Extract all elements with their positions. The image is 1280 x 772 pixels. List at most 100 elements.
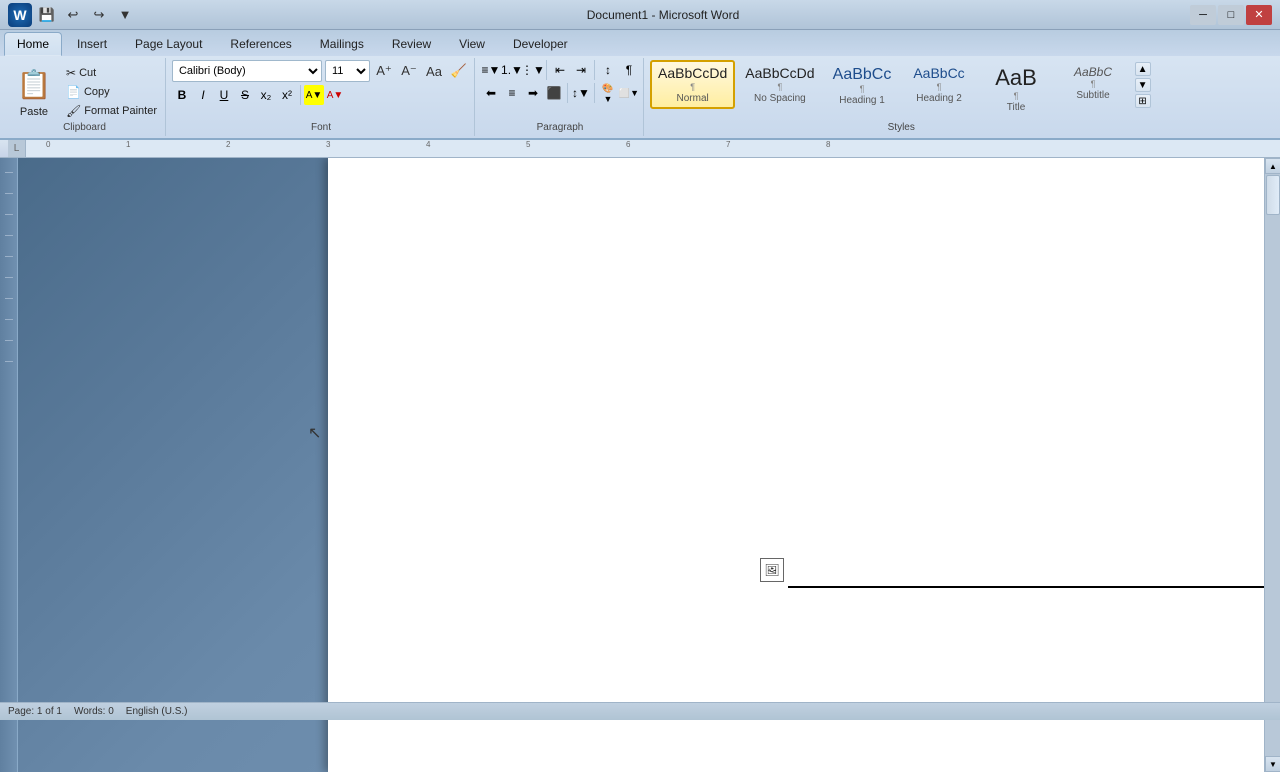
status-bar: Page: 1 of 1 Words: 0 English (U.S.) xyxy=(0,702,1280,720)
font-color-button[interactable]: A▼ xyxy=(325,85,345,105)
strikethrough-button[interactable]: S xyxy=(235,85,255,105)
styles-down-button[interactable]: ▼ xyxy=(1135,78,1151,92)
font-size-select[interactable]: 8 9 10 11 12 14 16 18 xyxy=(325,60,370,82)
numbered-list-button[interactable]: 1.▼ xyxy=(502,60,522,80)
para-sep3 xyxy=(567,83,568,103)
align-right-button[interactable]: ➡ xyxy=(523,83,543,103)
clear-format-button[interactable]: 🧹 xyxy=(448,60,470,82)
font-group-label: Font xyxy=(172,122,470,134)
bullet-list-button[interactable]: ≡▼ xyxy=(481,60,501,80)
decrease-indent-button[interactable]: ⇤ xyxy=(550,60,570,80)
ruler-mark-6: 6 xyxy=(626,140,630,149)
sort-button[interactable]: ↕ xyxy=(598,60,618,80)
style-normal[interactable]: AaBbCcDd ¶ Normal xyxy=(650,60,735,109)
maximize-button[interactable]: □ xyxy=(1218,5,1244,25)
align-center-button[interactable]: ≡ xyxy=(502,83,522,103)
style-nospace[interactable]: AaBbCcDd ¶ No Spacing xyxy=(737,60,822,109)
style-heading1[interactable]: AaBbCc ¶ Heading 1 xyxy=(825,60,900,111)
font-row1: Calibri (Body) Arial Times New Roman 8 9… xyxy=(172,60,470,82)
paragraph-group: ≡▼ 1.▼ ⋮▼ ⇤ ⇥ ↕ ¶ ⬅ ≡ ➡ ⬛ ↕▼ xyxy=(477,58,644,136)
document-area[interactable]: ↖ 🖼 xyxy=(18,158,1264,772)
line-spacing-button[interactable]: ↕▼ xyxy=(571,83,591,103)
tab-references[interactable]: References xyxy=(217,32,304,56)
clipboard-group-content: 📋 Paste ✂ Cut 📄 Copy 🖌 Format Painter xyxy=(8,60,161,120)
tab-page-layout[interactable]: Page Layout xyxy=(122,32,215,56)
show-marks-button[interactable]: ¶ xyxy=(619,60,639,80)
text-highlight-button[interactable]: A▼ xyxy=(304,85,324,105)
clipboard-group: 📋 Paste ✂ Cut 📄 Copy 🖌 Format Painter xyxy=(4,58,166,136)
scroll-up-button[interactable]: ▲ xyxy=(1265,158,1280,174)
copy-label: Copy xyxy=(84,86,110,98)
tab-home[interactable]: Home xyxy=(4,32,62,56)
tab-developer[interactable]: Developer xyxy=(500,32,581,56)
format-painter-button[interactable]: 🖌 Format Painter xyxy=(62,102,161,120)
margin-tick-4 xyxy=(5,235,13,236)
ruler-mark-1: 1 xyxy=(126,140,130,149)
font-separator xyxy=(300,85,301,105)
grow-font-button[interactable]: A⁺ xyxy=(373,60,395,82)
tab-insert[interactable]: Insert xyxy=(64,32,120,56)
style-title[interactable]: AaB ¶ Title xyxy=(979,60,1054,118)
shrink-font-button[interactable]: A⁻ xyxy=(398,60,420,82)
more-button[interactable]: ▼ xyxy=(114,4,136,26)
ruler-mark-0: 0 xyxy=(46,140,50,149)
font-group: Calibri (Body) Arial Times New Roman 8 9… xyxy=(168,58,475,136)
close-button[interactable]: ✕ xyxy=(1246,5,1272,25)
styles-more-button[interactable]: ⊞ xyxy=(1135,94,1151,108)
styles-up-button[interactable]: ▲ xyxy=(1135,62,1151,76)
ruler: L 0 1 2 3 4 5 6 7 8 xyxy=(0,140,1280,158)
para-group-label: Paragraph xyxy=(481,122,639,134)
italic-button[interactable]: I xyxy=(193,85,213,105)
style-nospace-icon: ¶ xyxy=(777,82,782,92)
border-button[interactable]: ⬜▼ xyxy=(619,83,639,103)
style-normal-label: Normal xyxy=(677,93,709,104)
format-painter-label: Format Painter xyxy=(84,105,157,117)
tab-view[interactable]: View xyxy=(446,32,498,56)
ribbon-content: 📋 Paste ✂ Cut 📄 Copy 🖌 Format Painter xyxy=(0,56,1280,138)
justify-button[interactable]: ⬛ xyxy=(544,83,564,103)
window-title: Document1 - Microsoft Word xyxy=(136,8,1190,22)
tab-mailings[interactable]: Mailings xyxy=(307,32,377,56)
para-group-content: ≡▼ 1.▼ ⋮▼ ⇤ ⇥ ↕ ¶ ⬅ ≡ ➡ ⬛ ↕▼ xyxy=(481,60,639,120)
undo-button[interactable]: ↩ xyxy=(62,4,84,26)
language-status: English (U.S.) xyxy=(126,706,188,717)
document-page[interactable]: 🖼 xyxy=(328,158,1264,772)
cut-button[interactable]: ✂ Cut xyxy=(62,64,161,82)
multilevel-list-button[interactable]: ⋮▼ xyxy=(523,60,543,80)
font-group-content: Calibri (Body) Arial Times New Roman 8 9… xyxy=(172,60,470,120)
title-bar-left: W 💾 ↩ ↪ ▼ xyxy=(8,3,136,27)
save-button[interactable]: 💾 xyxy=(36,4,58,26)
redo-button[interactable]: ↪ xyxy=(88,4,110,26)
style-subtitle-label: Subtitle xyxy=(1076,90,1109,101)
align-left-button[interactable]: ⬅ xyxy=(481,83,501,103)
font-family-select[interactable]: Calibri (Body) Arial Times New Roman xyxy=(172,60,322,82)
style-h1-label: Heading 1 xyxy=(839,95,885,106)
subscript-button[interactable]: x₂ xyxy=(256,85,276,105)
superscript-button[interactable]: x² xyxy=(277,85,297,105)
ruler-corner[interactable]: L xyxy=(8,140,26,158)
ruler-mark-7: 7 xyxy=(726,140,730,149)
bold-button[interactable]: B xyxy=(172,85,192,105)
style-subtitle[interactable]: AaBbC ¶ Subtitle xyxy=(1056,60,1131,106)
style-title-label: Title xyxy=(1007,102,1026,113)
tab-review[interactable]: Review xyxy=(379,32,444,56)
scroll-track[interactable] xyxy=(1265,174,1280,756)
increase-indent-button[interactable]: ⇥ xyxy=(571,60,591,80)
style-heading2[interactable]: AaBbCc ¶ Heading 2 xyxy=(902,60,977,109)
para-row1: ≡▼ 1.▼ ⋮▼ ⇤ ⇥ ↕ ¶ xyxy=(481,60,639,80)
main-area: ↖ 🖼 ▲ ▼ xyxy=(0,158,1280,772)
right-scrollbar[interactable]: ▲ ▼ xyxy=(1264,158,1280,772)
minimize-button[interactable]: ─ xyxy=(1190,5,1216,25)
text-cursor-icon: 🖼 xyxy=(760,558,784,582)
ruler-mark-3: 3 xyxy=(326,140,330,149)
underline-button[interactable]: U xyxy=(214,85,234,105)
change-case-button[interactable]: Aa xyxy=(423,60,445,82)
copy-button[interactable]: 📄 Copy xyxy=(62,83,161,101)
cut-label: Cut xyxy=(79,67,96,79)
margin-tick-3 xyxy=(5,214,13,215)
scroll-down-button[interactable]: ▼ xyxy=(1265,756,1280,772)
paste-button[interactable]: 📋 Paste xyxy=(8,60,60,120)
scroll-thumb[interactable] xyxy=(1266,175,1280,215)
style-nospace-preview: AaBbCcDd xyxy=(745,65,814,82)
shading-button[interactable]: 🎨▼ xyxy=(598,83,618,103)
